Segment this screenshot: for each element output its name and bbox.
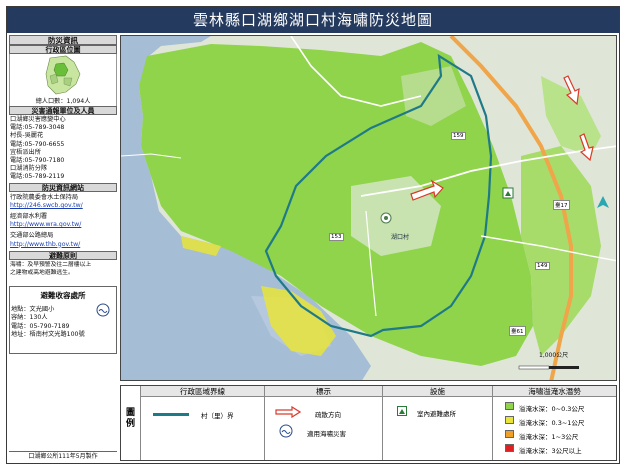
hazard-map[interactable]: 1,000公尺 湖口村 臺17 臺61 159 153 149 [120, 35, 617, 381]
legend-facility-item: 室內避難處所 [417, 410, 456, 418]
shelter-line: 電話：05-790-7189 [11, 322, 70, 330]
legend-flood-item: 溢淹水深：0~0.3公尺 [519, 405, 585, 413]
principle-text: 海嘯：及早預警及往二層樓以上 之建物或高地避難逃生。 [9, 260, 117, 278]
legend-flood-item: 溢淹水深：1~3公尺 [519, 433, 579, 441]
website-link[interactable]: http://www.thb.gov.tw/ [9, 241, 117, 249]
principle-title: 避難原則 [9, 250, 117, 260]
legend-admin-header: 行政區域界線 [141, 386, 264, 397]
map-frame: 雲林縣口湖鄉湖口村海嘯防災地圖 防災資訊 行政區位圖 總人口數：1,094人 災… [6, 6, 620, 464]
legend-sign-item: 適用海嘯災害 [307, 430, 346, 438]
shelter-line: 地址：梧南村文光路100號 [11, 330, 85, 338]
legend-label: 圖例 [125, 408, 135, 429]
website-name: 經濟部水利署 [10, 213, 48, 221]
sidebar-header: 防災資訊 [9, 35, 117, 45]
tsunami-icon [279, 424, 293, 438]
website-link[interactable]: http://www.wra.gov.tw/ [9, 221, 117, 229]
legend-facility-col: 設施 室內避難處所 [383, 386, 493, 460]
evacuation-arrow-icon [275, 406, 301, 418]
road-label: 159 [451, 132, 466, 140]
shelter-icon [397, 406, 407, 416]
contacts-title: 災害通報單位及人員 [9, 106, 117, 115]
legend-admin-col: 行政區域界線 村（里）界 [141, 386, 265, 460]
map-canvas [121, 36, 616, 380]
contact-line: 電話:05-790-6655 [10, 140, 65, 148]
village-center-marker [380, 212, 392, 224]
legend-flood-item: 溢淹水深：3公尺以上 [519, 447, 582, 455]
contact-line: 電話:05-790-7180 [10, 157, 65, 165]
boundary-line-icon [153, 413, 189, 416]
tsunami-icon [96, 303, 110, 317]
population-text: 總人口數：1,094人 [35, 98, 91, 105]
legend-sign-header: 標示 [265, 386, 382, 397]
flood-swatch-yellow [505, 416, 514, 424]
legend-sign-item: 疏散方向 [315, 411, 341, 419]
legend-flood-header: 海嘯溢淹水潛勢 [493, 386, 616, 397]
legend: 圖例 行政區域界線 村（里）界 標示 疏散方向 適用海嘯災害 設施 室內避難處所… [120, 385, 617, 461]
websites-list: 行政院農委會水土保持局 http://246.swcb.gov.tw/ 經濟部水… [9, 192, 117, 251]
principle-line: 之建物或高地避難逃生。 [10, 270, 74, 277]
footer-note: 口湖鄉公所111年5月製作 [9, 451, 117, 461]
legend-flood-col: 海嘯溢淹水潛勢 溢淹水深：0~0.3公尺 溢淹水深：0.3~1公尺 溢淹水深：1… [493, 386, 616, 460]
contact-line: 口湖鄉災害應變中心 [10, 116, 66, 123]
legend-flood-item: 溢淹水深：0.3~1公尺 [519, 419, 585, 427]
scale-bar-label: 1,000公尺 [539, 352, 569, 359]
flood-swatch-orange [505, 430, 514, 438]
contact-line: 宜梧派出所 [10, 148, 41, 156]
road-label: 149 [535, 262, 550, 270]
flood-swatch-red [505, 444, 514, 452]
legend-facility-header: 設施 [383, 386, 492, 397]
location-map: 總人口數：1,094人 [9, 54, 117, 106]
flood-swatch-green [505, 402, 514, 410]
websites-title: 防災資訊網站 [9, 182, 117, 192]
legend-admin-item: 村（里）界 [201, 412, 234, 420]
sidebar: 防災資訊 行政區位圖 總人口數：1,094人 災害通報單位及人員 口湖鄉災害應變… [9, 35, 117, 461]
contacts-list: 口湖鄉災害應變中心 電話:05-789-3048 村長-吳麗花 電話:05-79… [9, 115, 117, 183]
website-name: 行政院農委會水土保持局 [10, 193, 79, 201]
road-label: 臺61 [509, 326, 526, 336]
road-label: 153 [329, 233, 344, 241]
shelter-marker [502, 187, 514, 199]
legend-sign-col: 標示 疏散方向 適用海嘯災害 [265, 386, 383, 460]
scale-bar [518, 365, 579, 370]
contact-line: 村長-吳麗花 [10, 132, 44, 140]
admin-location-title: 行政區位圖 [9, 45, 117, 54]
village-label: 湖口村 [391, 234, 410, 241]
shelter-box: 避難收容處所 地點：文光國小 容納：130人 電話：05-790-7189 地址… [9, 286, 117, 355]
website-link[interactable]: http://246.swcb.gov.tw/ [9, 202, 117, 210]
shelter-title: 避難收容處所 [40, 291, 86, 301]
page-title: 雲林縣口湖鄉湖口村海嘯防災地圖 [7, 7, 619, 33]
principle-line: 海嘯：及早預警及往二層樓以上 [10, 261, 92, 268]
location-map-graphic [10, 54, 116, 96]
road-label: 臺17 [553, 200, 570, 210]
contact-line: 電話:05-789-2119 [10, 173, 65, 181]
legend-label-col: 圖例 [121, 386, 141, 460]
website-name: 交通部公路總局 [10, 232, 54, 240]
